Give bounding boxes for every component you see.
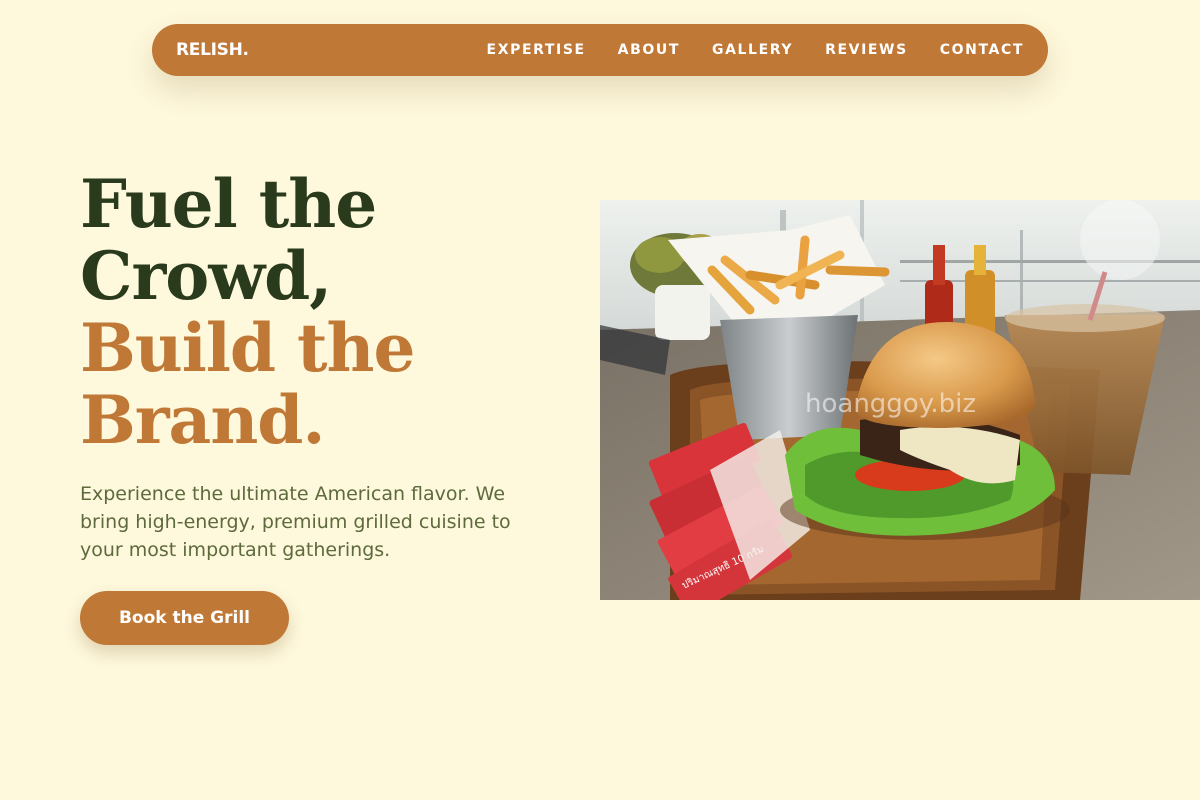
book-grill-button[interactable]: Book the Grill (80, 591, 289, 645)
nav-link-about[interactable]: ABOUT (618, 42, 680, 58)
nav-link-gallery[interactable]: GALLERY (712, 42, 793, 58)
nav-link-expertise[interactable]: EXPERTISE (487, 42, 586, 58)
hero-headline: Fuel the Crowd, Build the Brand. (80, 165, 416, 459)
headline-line-2: Crowd, (80, 237, 332, 315)
top-navbar: RELISH. EXPERTISE ABOUT GALLERY REVIEWS … (152, 24, 1048, 76)
nav-menu: EXPERTISE ABOUT GALLERY REVIEWS CONTACT (487, 42, 1024, 58)
nav-link-reviews[interactable]: REVIEWS (825, 42, 908, 58)
hero-subtext: Experience the ultimate American flavor.… (80, 483, 511, 561)
photo-watermark: hoanggoy.biz (805, 389, 976, 419)
headline-line-3: Build the (80, 309, 416, 387)
burger-photo-illustration: ปริมาณสุทธิ 10 กรัม hoanggoy.biz (600, 200, 1200, 600)
hero-photo: ปริมาณสุทธิ 10 กรัม hoanggoy.biz (600, 200, 1200, 600)
nav-link-contact[interactable]: CONTACT (940, 42, 1024, 58)
headline-line-4: Brand. (80, 381, 325, 459)
brand-logo[interactable]: RELISH. (176, 40, 249, 60)
headline-line-1: Fuel the (80, 165, 377, 243)
